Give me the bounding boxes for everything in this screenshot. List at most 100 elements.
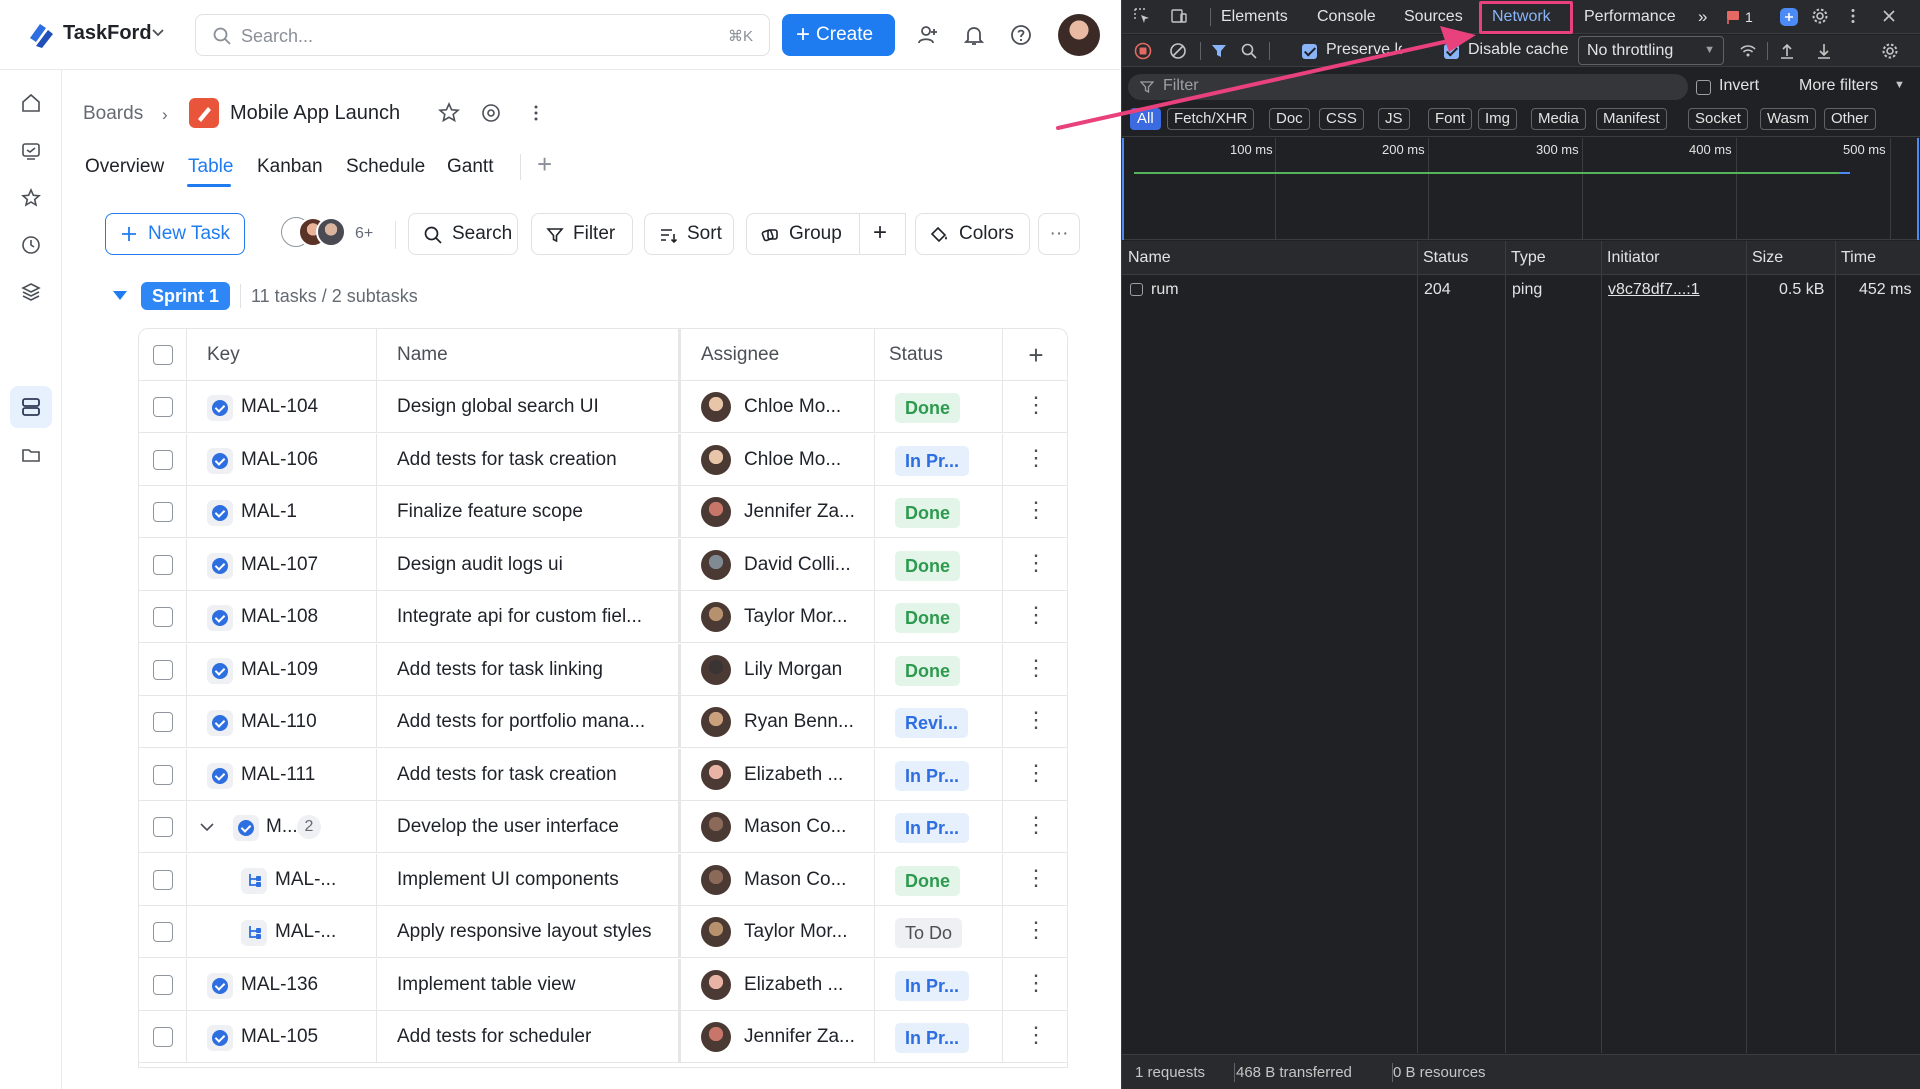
filter-chip-other[interactable]: Other <box>1824 108 1876 130</box>
taskford-logo-icon[interactable] <box>26 20 56 50</box>
add-view-button[interactable]: + <box>537 149 552 180</box>
request-name[interactable]: rum <box>1151 276 1179 304</box>
name-cell[interactable]: Add tests for task linking <box>377 643 679 696</box>
network-filter-input[interactable]: Filter <box>1128 74 1688 100</box>
filter-chip-font[interactable]: Font <box>1428 108 1473 130</box>
sprint-badge[interactable]: Sprint 1 <box>141 282 231 310</box>
filter-chip-all[interactable]: All <box>1130 108 1161 130</box>
filter-chip-media[interactable]: Media <box>1531 108 1586 130</box>
help-icon[interactable] <box>1009 23 1033 47</box>
network-conditions-icon[interactable] <box>1739 42 1757 60</box>
more-vertical-icon[interactable]: ⋮ <box>1003 434 1067 482</box>
status-cell[interactable]: Revi... <box>875 696 1003 748</box>
key-cell[interactable]: MAL-106 <box>187 433 377 486</box>
name-cell[interactable]: Add tests for portfolio mana... <box>377 696 679 748</box>
table-row[interactable]: MAL-104 Design global search UI Chloe Mo..… <box>139 381 1067 433</box>
row-checkbox[interactable] <box>153 1027 173 1047</box>
device-toolbar-icon[interactable] <box>1170 7 1188 25</box>
tab-kanban[interactable]: Kanban <box>257 156 323 178</box>
disable-cache-checkbox[interactable] <box>1444 44 1459 59</box>
star-icon[interactable] <box>437 101 461 125</box>
table-row[interactable]: MAL-107 Design audit logs ui David Colli..… <box>139 538 1067 591</box>
row-checkbox[interactable] <box>153 869 173 890</box>
row-checkbox[interactable] <box>153 449 173 470</box>
filter-chip-manifest[interactable]: Manifest <box>1596 108 1667 130</box>
filter-chip-fetch-xhr[interactable]: Fetch/XHR <box>1167 108 1255 130</box>
header-name[interactable]: Name <box>377 329 679 381</box>
column-type[interactable]: Type <box>1505 241 1546 275</box>
import-har-icon[interactable] <box>1778 42 1796 60</box>
assignee-cell[interactable]: Taylor Mor... <box>679 906 875 958</box>
more-tabs-chevron-icon[interactable]: » <box>1698 0 1707 34</box>
key-cell[interactable]: MAL-111 <box>187 748 377 801</box>
task-key[interactable]: MAL-110 <box>241 696 317 748</box>
tab-gantt[interactable]: Gantt <box>447 156 493 178</box>
assignee-cell[interactable]: Jennifer Za... <box>679 1011 875 1063</box>
task-key[interactable]: MAL-136 <box>241 959 318 1011</box>
filter-chip-img[interactable]: Img <box>1478 108 1518 130</box>
select-all-checkbox[interactable] <box>153 345 173 365</box>
assignee-cell[interactable]: Lily Morgan <box>679 643 875 696</box>
name-cell[interactable]: Finalize feature scope <box>377 486 679 538</box>
more-options-button[interactable]: ··· <box>1038 213 1080 255</box>
ai-assistant-icon[interactable] <box>1779 7 1799 27</box>
name-cell[interactable]: Develop the user interface <box>377 801 679 853</box>
table-row[interactable]: MAL-105 Add tests for scheduler Jennifer Z… <box>139 1011 1067 1063</box>
request-row[interactable]: rum 204 ping v8c78df7...:1 0.5 kB 452 ms <box>1122 276 1920 304</box>
table-row[interactable]: MAL-... Apply responsive layout styles Tay… <box>139 906 1067 958</box>
status-cell[interactable]: Done <box>875 538 1003 591</box>
filter-chip-wasm[interactable]: Wasm <box>1760 108 1816 130</box>
create-button[interactable]: + Create <box>782 14 895 56</box>
assignee-cell[interactable]: Taylor Mor... <box>679 591 875 643</box>
row-checkbox[interactable] <box>153 817 173 837</box>
preserve-log-checkbox[interactable] <box>1302 44 1317 59</box>
task-key[interactable]: MAL-107 <box>241 539 318 591</box>
name-cell[interactable]: Design global search UI <box>377 381 679 433</box>
search-button[interactable]: Search <box>408 213 518 255</box>
home-icon[interactable] <box>20 92 42 114</box>
status-cell[interactable]: Done <box>875 381 1003 433</box>
devtools-tab-console[interactable]: Console <box>1317 0 1376 34</box>
task-key[interactable]: MAL-104 <box>241 381 318 433</box>
bell-icon[interactable] <box>962 23 986 47</box>
table-row[interactable]: MAL-... Implement UI components Mason Co..… <box>139 853 1067 906</box>
task-key[interactable]: MAL-105 <box>241 1011 318 1063</box>
brand-name[interactable]: TaskFord <box>63 22 152 45</box>
key-cell[interactable]: MAL-107 <box>187 538 377 591</box>
header-assignee[interactable]: Assignee <box>679 329 875 381</box>
row-checkbox[interactable] <box>153 764 173 785</box>
filter-button[interactable]: Filter <box>531 213 633 255</box>
history-icon[interactable] <box>20 234 42 256</box>
assignee-cell[interactable]: Chloe Mo... <box>679 433 875 486</box>
row-checkbox[interactable] <box>153 554 173 575</box>
more-vertical-icon[interactable]: ⋮ <box>1003 906 1067 954</box>
row-checkbox[interactable] <box>153 502 173 522</box>
row-checkbox[interactable] <box>153 974 173 995</box>
assignee-cell[interactable]: Elizabeth ... <box>679 748 875 801</box>
key-cell[interactable]: MAL-108 <box>187 591 377 643</box>
table-row[interactable]: MAL-110 Add tests for portfolio mana... Ry… <box>139 696 1067 748</box>
global-search-input[interactable]: Search... ⌘K <box>195 14 770 56</box>
status-cell[interactable]: In Pr... <box>875 433 1003 486</box>
task-key[interactable]: MAL-... <box>275 906 336 958</box>
status-cell[interactable]: In Pr... <box>875 801 1003 853</box>
column-name[interactable]: Name <box>1122 241 1171 275</box>
table-row[interactable]: MAL-108 Integrate api for custom fiel... T… <box>139 591 1067 643</box>
group-button[interactable]: Group + <box>746 213 906 255</box>
header-key[interactable]: Key <box>187 329 377 381</box>
name-cell[interactable]: Implement table view <box>377 958 679 1011</box>
tab-overview[interactable]: Overview <box>85 156 164 178</box>
column-status[interactable]: Status <box>1417 241 1468 275</box>
more-vertical-icon[interactable]: ⋮ <box>1003 644 1067 692</box>
key-cell[interactable]: MAL-109 <box>187 643 377 696</box>
request-initiator-link[interactable]: v8c78df7...:1 <box>1608 276 1700 304</box>
assignee-cell[interactable]: Jennifer Za... <box>679 486 875 538</box>
name-cell[interactable]: Design audit logs ui <box>377 538 679 591</box>
layers-icon[interactable] <box>20 281 42 303</box>
key-cell[interactable]: MAL-136 <box>187 958 377 1011</box>
name-cell[interactable]: Add tests for task creation <box>377 748 679 801</box>
add-group-icon[interactable]: + <box>873 213 887 253</box>
network-settings-gear-icon[interactable] <box>1881 42 1899 60</box>
task-key[interactable]: MAL-1 <box>241 486 297 538</box>
table-row[interactable]: MAL-109 Add tests for task linking Lily Mo… <box>139 643 1067 696</box>
